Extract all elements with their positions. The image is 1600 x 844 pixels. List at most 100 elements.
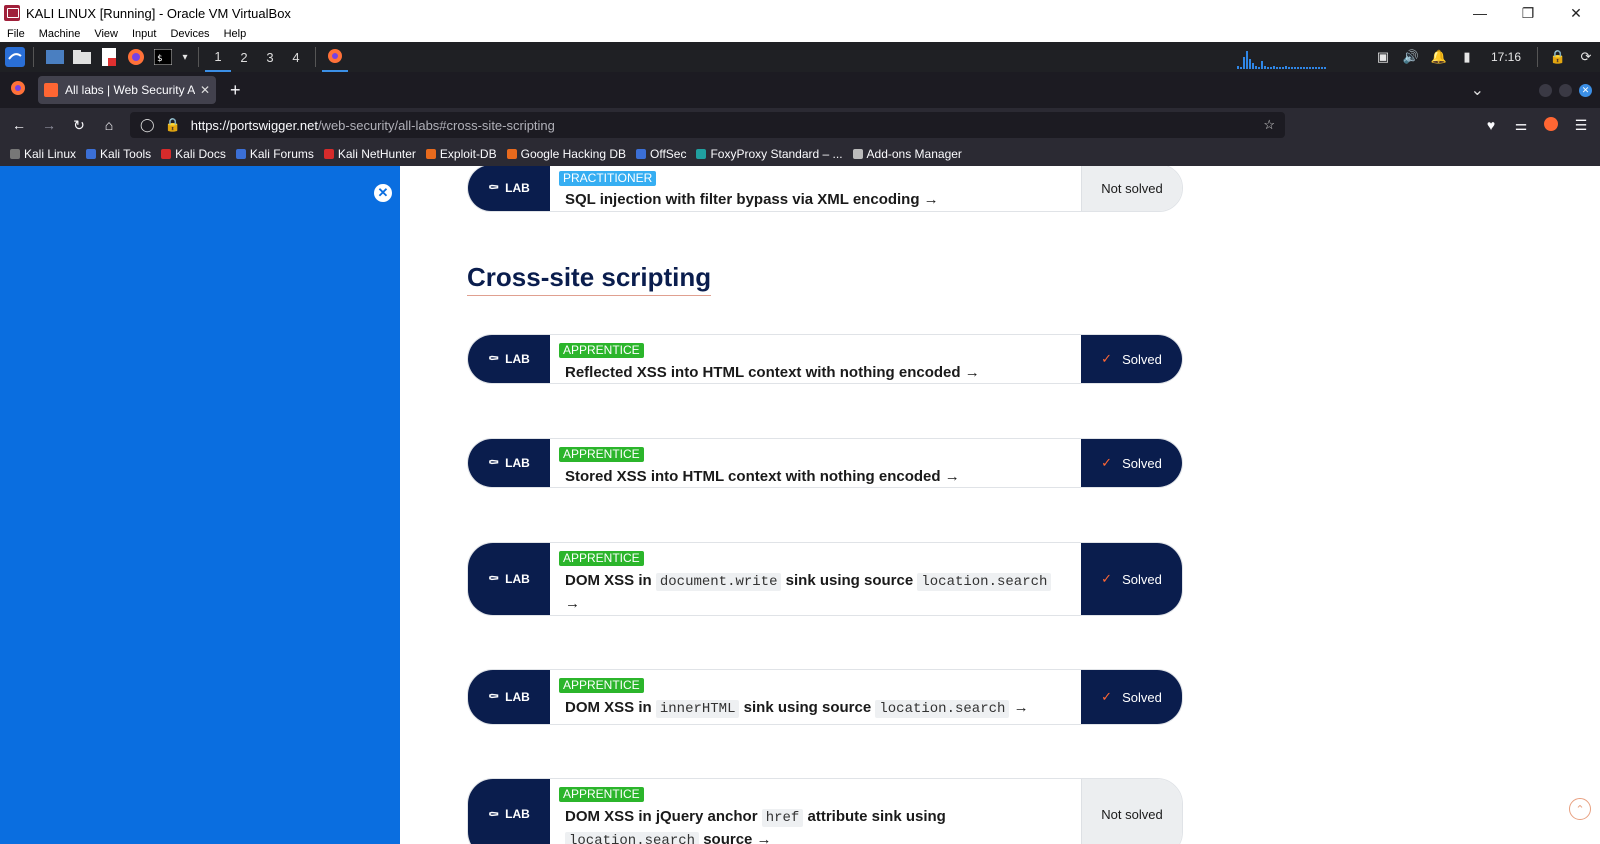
list-all-tabs-chevron-icon[interactable]: ⌄ [1471, 80, 1484, 100]
lab-row[interactable]: ⚰ LAB APPRENTICE Reflected XSS into HTML … [467, 334, 1183, 384]
lab-label: ⚰ LAB [468, 166, 550, 211]
lab-row[interactable]: ⚰ LAB APPRENTICE DOM XSS in innerHTML sin… [467, 669, 1183, 725]
display-icon[interactable]: ▣ [1369, 49, 1397, 65]
workspace-3[interactable]: 3 [257, 42, 283, 72]
volume-icon[interactable]: 🔊 [1397, 49, 1425, 65]
close-panel-icon[interactable]: ✕ [374, 184, 392, 202]
terminal-icon[interactable]: $ [151, 45, 175, 69]
bookmark-kali-nethunter[interactable]: Kali NetHunter [323, 147, 416, 161]
new-tab-plus-icon[interactable]: + [230, 80, 241, 101]
shield-icon[interactable]: ◯ [140, 117, 155, 133]
lab-label: ⚰ LAB [468, 779, 550, 844]
lab-content: APPRENTICE Reflected XSS into HTML conte… [550, 335, 1081, 383]
puzzle-icon [852, 149, 863, 159]
workspace-1[interactable]: 1 [205, 42, 231, 72]
bookmark-offsec[interactable]: OffSec [636, 147, 686, 161]
flask-icon: ⚰ [488, 351, 500, 366]
level-badge: APPRENTICE [559, 343, 644, 358]
level-badge: APPRENTICE [559, 551, 644, 566]
tab-all-labs[interactable]: All labs | Web Security Ac ✕ [38, 76, 216, 104]
section-title: Cross-site scripting [467, 262, 712, 296]
scroll-to-top-icon[interactable]: ⌃ [1569, 798, 1591, 820]
lab-row[interactable]: ⚰ LAB APPRENTICE Stored XSS into HTML con… [467, 438, 1183, 488]
menu-input[interactable]: Input [132, 28, 156, 40]
lab-content: PRACTITIONER SQL injection with filter b… [550, 166, 1081, 211]
firefox-window-button[interactable] [322, 42, 348, 72]
menu-file[interactable]: File [7, 28, 25, 40]
virtualbox-icon [4, 5, 20, 21]
nethunter-icon [323, 149, 334, 159]
back-arrow-icon[interactable]: ← [4, 117, 34, 133]
minimize-dot-icon[interactable] [1539, 83, 1552, 97]
bookmark-star-icon[interactable]: ☆ [1263, 117, 1275, 133]
bookmark-kali-tools[interactable]: Kali Tools [86, 147, 151, 161]
kali-menu-icon[interactable] [3, 45, 27, 69]
reload-icon[interactable]: ↻ [64, 117, 94, 134]
battery-icon[interactable]: ▮ [1453, 49, 1481, 65]
menu-view[interactable]: View [94, 28, 118, 40]
bookmark-label: Add-ons Manager [866, 147, 962, 161]
lab-title[interactable]: DOM XSS in innerHTML sink using source l… [565, 697, 1069, 720]
chevron-down-icon[interactable]: ▾ [178, 45, 192, 69]
bookmark-label: Exploit-DB [439, 147, 497, 161]
forward-arrow-icon[interactable]: → [34, 117, 64, 133]
menu-machine[interactable]: Machine [39, 28, 81, 40]
maximize-dot-icon[interactable] [1559, 83, 1572, 97]
bookmark-kali-docs[interactable]: Kali Docs [161, 147, 226, 161]
bookmark-kali-forums[interactable]: Kali Forums [235, 147, 314, 161]
close-dot-icon[interactable]: ✕ [1579, 83, 1592, 97]
lab-title[interactable]: SQL injection with filter bypass via XML… [565, 189, 1069, 211]
firefox-view-icon[interactable] [10, 80, 26, 101]
flask-icon: ⚰ [488, 455, 500, 470]
lab-status: Not solved [1081, 166, 1182, 211]
padlock-icon[interactable]: 🔒 [165, 117, 181, 133]
extensions-icon[interactable]: ⚌ [1506, 117, 1536, 134]
lab-title[interactable]: Reflected XSS into HTML context with not… [565, 362, 1069, 383]
text-editor-icon[interactable] [97, 45, 121, 69]
url-host: https://portswigger.net [190, 117, 318, 133]
lab-row[interactable]: ⚰ LAB PRACTITIONER SQL injection with fil… [467, 166, 1183, 212]
firefox-tab-strip: All labs | Web Security Ac ✕ + ⌄ ✕ [0, 72, 1600, 108]
lab-title[interactable]: DOM XSS in document.write sink using sou… [565, 570, 1069, 615]
bookmark-exploit-db[interactable]: Exploit-DB [425, 147, 497, 161]
bookmark-addons-manager[interactable]: Add-ons Manager [852, 147, 962, 161]
bookmark-label: Google Hacking DB [520, 147, 626, 161]
close-icon[interactable]: ✕ [1552, 0, 1600, 26]
pocket-icon[interactable]: ♥ [1476, 117, 1506, 133]
power-icon[interactable]: ⟳ [1572, 49, 1600, 65]
lab-title[interactable]: Stored XSS into HTML context with nothin… [565, 466, 1069, 487]
menu-help[interactable]: Help [224, 28, 247, 40]
home-icon[interactable]: ⌂ [94, 117, 124, 133]
panel-divider [198, 47, 199, 67]
lab-row[interactable]: ⚰ LAB APPRENTICE DOM XSS in jQuery anchor… [467, 778, 1183, 844]
lab-row[interactable]: ⚰ LAB APPRENTICE DOM XSS in document.writ… [467, 542, 1183, 616]
workspace-4[interactable]: 4 [283, 42, 309, 72]
show-desktop-icon[interactable] [43, 45, 67, 69]
tab-close-icon[interactable]: ✕ [200, 83, 210, 97]
minimize-icon[interactable]: — [1456, 0, 1504, 26]
vbox-menu-bar: File Machine View Input Devices Help [0, 26, 1600, 42]
workspace-2[interactable]: 2 [231, 42, 257, 72]
svg-text:$: $ [157, 54, 162, 64]
panel-clock[interactable]: 17:16 [1491, 50, 1521, 64]
checkmark-icon: ✓ [1101, 571, 1113, 586]
bookmark-google-hacking-db[interactable]: Google Hacking DB [506, 147, 626, 161]
hamburger-menu-icon[interactable]: ☰ [1566, 117, 1596, 134]
menu-devices[interactable]: Devices [170, 28, 209, 40]
bell-icon[interactable]: 🔔 [1425, 49, 1453, 65]
kali-tools-icon [86, 149, 97, 159]
lab-status: ✓ Solved [1081, 439, 1182, 487]
file-manager-icon[interactable] [70, 45, 94, 69]
exploit-db-icon [425, 149, 436, 159]
url-bar[interactable]: ◯ 🔒 https://portswigger.net/web-security… [130, 112, 1285, 138]
lab-title[interactable]: DOM XSS in jQuery anchor href attribute … [565, 806, 1069, 844]
bookmark-foxyproxy[interactable]: FoxyProxy Standard – ... [696, 147, 843, 161]
bookmark-label: Kali NetHunter [337, 147, 416, 161]
restore-icon[interactable]: ❐ [1504, 0, 1552, 26]
bookmark-kali-linux[interactable]: Kali Linux [10, 147, 76, 161]
bookmark-label: Kali Linux [24, 147, 77, 161]
account-icon[interactable] [1536, 116, 1566, 135]
lock-icon[interactable]: 🔒 [1544, 49, 1572, 65]
firefox-launcher-icon[interactable] [124, 45, 148, 69]
lab-status: Not solved [1081, 779, 1182, 844]
